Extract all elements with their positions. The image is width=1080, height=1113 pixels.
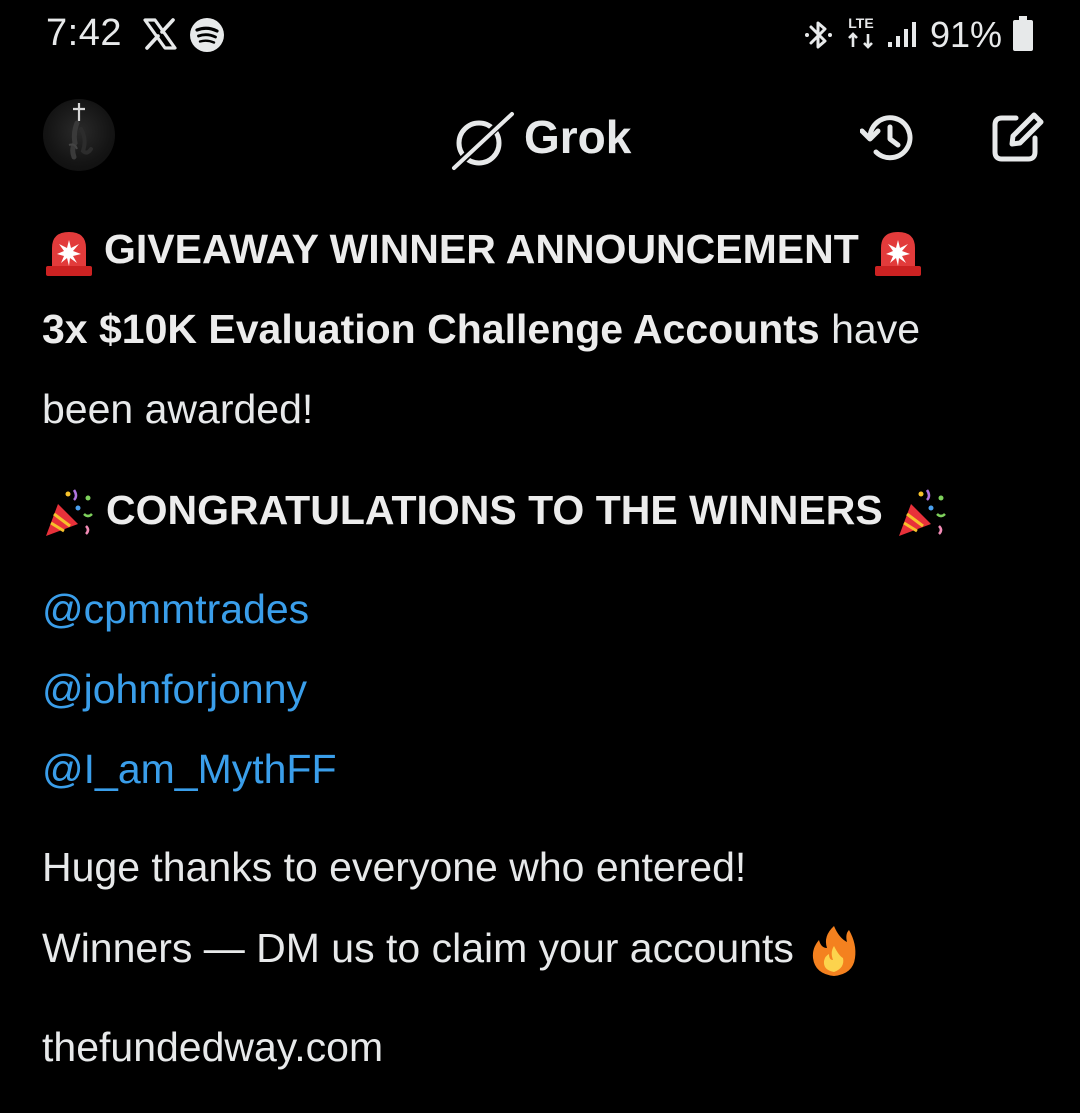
battery-percent: 91% [930, 14, 1003, 55]
siren-icon [874, 232, 921, 277]
award-line-2: been awarded! [42, 386, 313, 433]
party-popper-icon [898, 489, 946, 536]
party-popper-icon [46, 489, 93, 536]
award-bold-text: 3x $10K Evaluation Challenge Accounts [42, 306, 820, 352]
winner-mention-1[interactable]: @cpmmtrades [42, 586, 309, 633]
headline-line: GIVEAWAY WINNER ANNOUNCEMENT [42, 226, 925, 278]
status-time: 7:42 [46, 12, 122, 54]
grok-logo-icon [449, 111, 514, 172]
avatar-artwork [68, 103, 93, 160]
award-rest-text: have [819, 306, 921, 352]
spotify-icon [190, 18, 224, 52]
signal-icon [888, 22, 916, 47]
claim-text: Winners — DM us to claim your accounts [42, 924, 794, 971]
website-text[interactable]: thefundedway.com [42, 1024, 383, 1071]
headline-text: GIVEAWAY WINNER ANNOUNCEMENT [104, 226, 859, 272]
siren-icon [46, 232, 92, 277]
congrats-text: CONGRATULATIONS TO THE WINNERS [106, 486, 883, 533]
lte-icon: LTE [848, 15, 874, 49]
new-chat-icon[interactable] [990, 110, 1046, 166]
history-icon[interactable] [860, 110, 918, 166]
bluetooth-icon [805, 21, 832, 49]
svg-text:LTE: LTE [848, 15, 873, 31]
avatar[interactable] [43, 99, 115, 171]
app-title: Grok [524, 111, 632, 163]
app-header: Grok [0, 96, 1080, 182]
claim-line: Winners — DM us to claim your accounts [42, 924, 859, 978]
thanks-line: Huge thanks to everyone who entered! [42, 844, 747, 890]
award-line-1: 3x $10K Evaluation Challenge Accounts ha… [42, 306, 920, 353]
winner-mention-3[interactable]: @I_am_MythFF [42, 746, 337, 793]
congrats-line: CONGRATULATIONS TO THE WINNERS [42, 486, 949, 540]
fire-icon [813, 926, 856, 976]
winner-mention-2[interactable]: @johnforjonny [42, 666, 307, 713]
award-line-2-text: been awarded! [42, 386, 314, 432]
x-logo-icon [143, 18, 177, 50]
status-bar: 7:42 LTE 91% [0, 0, 1080, 72]
battery-icon [1013, 16, 1033, 51]
